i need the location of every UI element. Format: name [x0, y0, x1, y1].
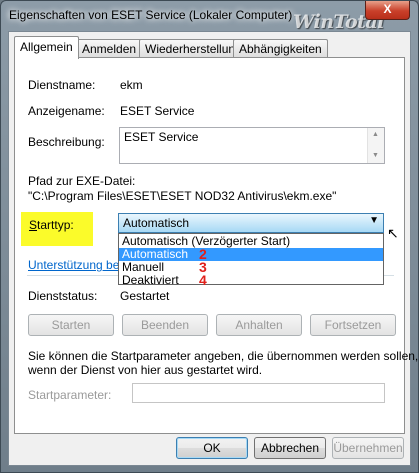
marker-4: 4	[199, 272, 207, 288]
start-button[interactable]: Starten	[28, 314, 114, 336]
cancel-button[interactable]: Abbrechen	[254, 437, 326, 459]
startup-type-dropdown: Automatisch (Verzögerter Start) Automati…	[118, 233, 384, 288]
description-text: ESET Service	[124, 130, 199, 144]
display-name-value: ESET Service	[120, 104, 195, 118]
description-scrollbar[interactable]: ▲ ▼	[367, 128, 384, 163]
startup-type-label: Starttyp:	[29, 218, 74, 232]
tab-abhaengigkeiten[interactable]: Abhängigkeiten	[233, 39, 328, 58]
title-bar[interactable]: Eigenschaften von ESET Service (Lokaler …	[1, 1, 418, 33]
option-disabled[interactable]: Deaktiviert	[119, 274, 383, 287]
apply-button[interactable]: Übernehmen	[332, 437, 404, 459]
hint-line-2: wenn der Dienst von hier aus gestartet w…	[28, 363, 263, 377]
help-link[interactable]: Unterstützung beim	[28, 258, 132, 272]
start-params-input[interactable]	[132, 383, 385, 403]
properties-window: Eigenschaften von ESET Service (Lokaler …	[0, 0, 419, 473]
service-name-label: Dienstname:	[28, 78, 96, 92]
startup-type-selected: Automatisch	[123, 216, 190, 230]
status-label: Dienststatus:	[28, 289, 98, 303]
option-label: Deaktiviert	[122, 273, 179, 287]
general-panel: Dienstname: ekm Anzeigename: ESET Servic…	[14, 57, 418, 434]
startup-type-combobox[interactable]: Automatisch ▼	[118, 213, 384, 233]
display-name-label: Anzeigename:	[28, 104, 105, 118]
service-name-value: ekm	[120, 78, 143, 92]
pause-button[interactable]: Anhalten	[216, 314, 302, 336]
scroll-up-icon[interactable]: ▲	[372, 131, 379, 138]
scroll-down-icon[interactable]: ▼	[372, 152, 379, 159]
resume-button[interactable]: Fortsetzen	[310, 314, 396, 336]
tab-allgemein[interactable]: Allgemein	[14, 36, 79, 59]
exe-path-value: "C:\Program Files\ESET\ESET NOD32 Antivi…	[28, 189, 337, 203]
window-title: Eigenschaften von ESET Service (Lokaler …	[9, 8, 293, 22]
tab-wiederherstellung[interactable]: Wiederherstellung	[139, 39, 248, 58]
dialog-client: Allgemein Anmelden Wiederherstellung Abh…	[8, 31, 418, 466]
option-label: Automatisch	[122, 247, 189, 261]
mouse-cursor-icon: ↖	[387, 225, 399, 241]
option-label: Manuell	[122, 260, 165, 274]
close-button[interactable]: X	[365, 1, 410, 20]
exe-path-label: Pfad zur EXE-Datei:	[28, 174, 136, 188]
ok-button[interactable]: OK	[176, 437, 248, 459]
tab-anmelden[interactable]: Anmelden	[76, 39, 143, 58]
chevron-down-icon[interactable]: ▼	[369, 215, 379, 226]
description-box[interactable]: ESET Service ▲ ▼	[119, 127, 385, 164]
start-params-label: Startparameter:	[28, 388, 112, 402]
hint-line-1: Sie können die Startparameter angeben, d…	[28, 349, 419, 363]
description-label: Beschreibung:	[28, 135, 105, 149]
status-value: Gestartet	[120, 289, 170, 303]
startup-type-label-rest: tarttyp:	[37, 218, 74, 232]
stop-button[interactable]: Beenden	[122, 314, 208, 336]
